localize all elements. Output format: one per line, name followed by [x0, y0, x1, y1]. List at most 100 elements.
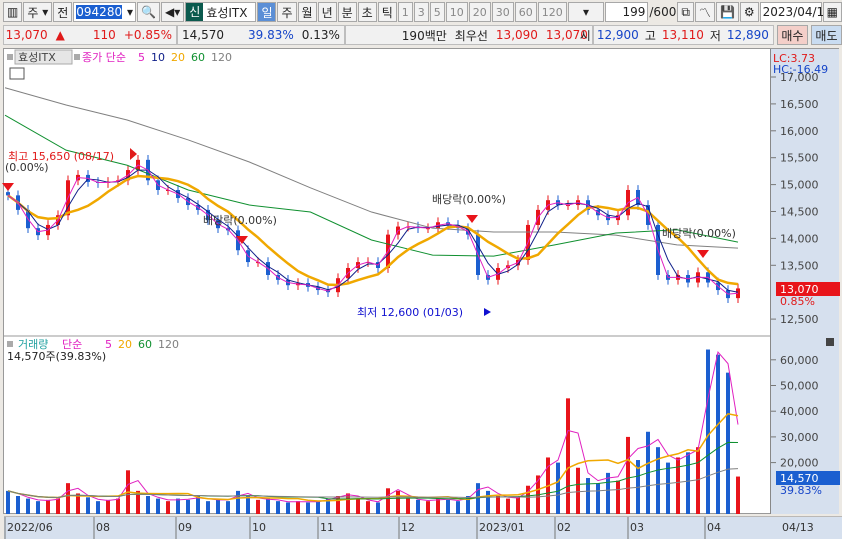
volume-tick-label: 50,000 — [780, 380, 819, 393]
volume-bar — [46, 499, 50, 514]
volume-bar — [406, 498, 410, 514]
volume-bar — [476, 483, 480, 514]
volume-current-text: 14,570주(39.83%) — [7, 350, 106, 363]
volume-bar — [16, 496, 20, 514]
volume-bar — [556, 462, 560, 514]
volume-bar — [6, 490, 10, 514]
max-arrow-icon — [130, 148, 137, 160]
volume-bar — [606, 472, 610, 514]
data-table-icon[interactable] — [9, 67, 25, 80]
legend-ma-120: 120 — [158, 338, 179, 351]
volume-bar — [446, 499, 450, 514]
volume-bar — [396, 490, 400, 514]
y-tick-label: 15,500 — [780, 152, 819, 165]
current-pct-tag: 0.85% — [780, 295, 815, 308]
volume-bar — [196, 496, 200, 514]
volume-bar — [226, 501, 230, 514]
legend-ma-5: 5 — [138, 51, 145, 64]
volume-bar — [296, 501, 300, 514]
ma120-line — [4, 87, 739, 249]
volume-bar — [156, 498, 160, 514]
volume-bar — [36, 501, 40, 514]
volume-bar — [276, 501, 280, 514]
volume-bar — [436, 498, 440, 514]
volume-bar — [496, 496, 500, 514]
volume-bar — [716, 354, 720, 514]
volume-bar — [686, 452, 690, 514]
volume-bar — [106, 499, 110, 514]
legend-ma-label: 종가 단순 — [82, 51, 126, 64]
volume-bar — [206, 501, 210, 514]
x-tick-label: 04 — [707, 521, 721, 534]
volume-bar — [366, 501, 370, 514]
legend-ma-5: 5 — [105, 338, 112, 351]
volume-tick-label: 40,000 — [780, 405, 819, 418]
volume-bar — [706, 349, 710, 514]
volume-bar — [306, 502, 310, 514]
legend-ma-60: 60 — [191, 51, 205, 64]
volume-tick-label: 60,000 — [780, 354, 819, 367]
legend-ma-20: 20 — [171, 51, 185, 64]
volume-bar — [486, 490, 490, 514]
hc-label: HC:-16.49 — [773, 63, 828, 76]
dividend-arrow-icon — [466, 215, 478, 223]
volume-bar — [186, 499, 190, 514]
x-tick-label: 10 — [252, 521, 266, 534]
x-tick-label: 12 — [401, 521, 415, 534]
volume-bar — [56, 498, 60, 514]
legend-marker — [74, 54, 80, 60]
x-tick-label: 08 — [96, 521, 110, 534]
volume-bar — [566, 398, 570, 514]
x-tick-label: 02 — [557, 521, 571, 534]
legend-ma-10: 10 — [151, 51, 165, 64]
volume-bar — [426, 501, 430, 514]
dividend-label: 배당락(0.00%) — [432, 193, 506, 206]
volume-bar — [736, 476, 740, 514]
x-tick-label: 2023/01 — [479, 521, 525, 534]
dividend-arrow-icon — [697, 250, 709, 258]
dividend-label: 배당락(0.00%) — [662, 227, 736, 240]
y-tick-label: 14,000 — [780, 232, 819, 245]
min-price-label: 최저 12,600 (01/03) — [357, 306, 463, 319]
y-tick-label: 13,500 — [780, 259, 819, 272]
y-tick-label: 16,000 — [780, 125, 819, 138]
volume-bar — [576, 467, 580, 514]
dividend-arrow-icon — [2, 183, 14, 191]
volume-bar — [236, 490, 240, 514]
volume-bar — [166, 501, 170, 514]
volume-bar — [386, 488, 390, 514]
volume-bar — [676, 457, 680, 514]
y-tick-label: 14,500 — [780, 206, 819, 219]
volume-bar — [416, 499, 420, 514]
dividend-label: 배당락(0.00%) — [203, 214, 277, 227]
volume-bar — [376, 502, 380, 514]
volume-bar — [26, 498, 30, 514]
volume-bar — [256, 499, 260, 514]
volume-bar — [696, 447, 700, 514]
panel-close-icon[interactable] — [826, 338, 834, 346]
volume-bar — [626, 436, 630, 514]
volume-bar — [516, 497, 520, 514]
volume-bar — [666, 462, 670, 514]
legend-ma-60: 60 — [138, 338, 152, 351]
y-tick-label: 15,000 — [780, 179, 819, 192]
volume-tick-label: 30,000 — [780, 431, 819, 444]
volume-bar — [216, 498, 220, 514]
legend-ma-20: 20 — [118, 338, 132, 351]
volume-bar — [596, 483, 600, 514]
volume-bar — [316, 501, 320, 514]
min-arrow-icon — [484, 308, 491, 316]
volume-tick-label: 20,000 — [780, 457, 819, 470]
volume-bar — [506, 498, 510, 514]
y-tick-label: 12,500 — [780, 313, 819, 326]
y-tick-label: 16,500 — [780, 98, 819, 111]
stock-chart[interactable]: 17,00016,50016,00015,50015,00014,50014,0… — [0, 0, 842, 539]
volume-bar — [86, 497, 90, 514]
legend-stock-name: 효성ITX — [18, 51, 56, 64]
volume-bar — [456, 501, 460, 514]
x-tick-label: 2022/06 — [7, 521, 53, 534]
legend-ma-120: 120 — [211, 51, 232, 64]
x-tick-label: 03 — [630, 521, 644, 534]
volume-bar — [176, 498, 180, 514]
legend-marker — [7, 54, 13, 60]
